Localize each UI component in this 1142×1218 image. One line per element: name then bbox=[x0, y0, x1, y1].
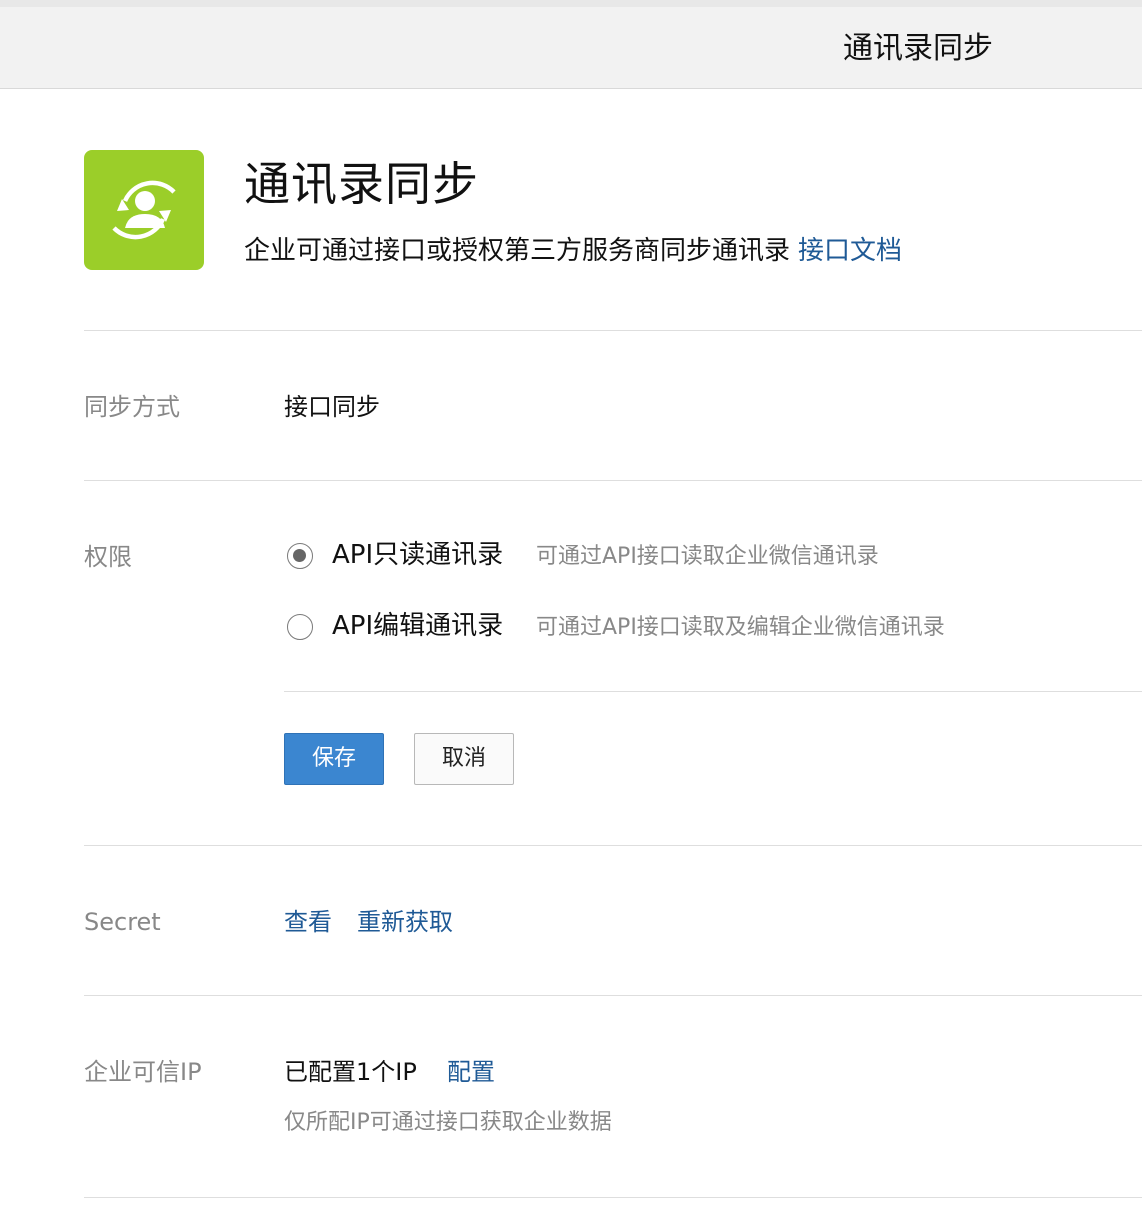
sync-mode-value: 接口同步 bbox=[284, 393, 380, 421]
refetch-secret-link[interactable]: 重新获取 bbox=[357, 905, 453, 939]
trusted-ip-hint: 仅所配IP可通过接口获取企业数据 bbox=[284, 1110, 612, 1135]
page-title: 通讯录同步 bbox=[244, 157, 479, 211]
sync-mode-label: 同步方式 bbox=[84, 393, 180, 421]
trusted-ip-status: 已配置1个IP bbox=[284, 1058, 417, 1086]
divider bbox=[284, 691, 1142, 692]
trusted-ip-label: 企业可信IP bbox=[84, 1058, 202, 1086]
option-label[interactable]: API只读通讯录 bbox=[332, 537, 503, 573]
divider bbox=[84, 1197, 1142, 1198]
save-button[interactable]: 保存 bbox=[284, 733, 384, 785]
title-bar: 通讯录同步 bbox=[0, 0, 1142, 89]
api-doc-link[interactable]: 接口文档 bbox=[798, 236, 902, 266]
radio-button[interactable] bbox=[287, 614, 313, 640]
permission-label: 权限 bbox=[84, 543, 132, 571]
description-text: 企业可通过接口或授权第三方服务商同步通讯录 bbox=[244, 236, 791, 266]
divider bbox=[84, 480, 1142, 481]
cancel-button[interactable]: 取消 bbox=[414, 733, 514, 785]
contacts-sync-icon bbox=[84, 150, 204, 270]
divider bbox=[84, 995, 1142, 996]
divider bbox=[84, 845, 1142, 846]
secret-label: Secret bbox=[84, 908, 161, 936]
view-secret-link[interactable]: 查看 bbox=[284, 905, 332, 939]
window-title: 通讯录同步 bbox=[843, 31, 993, 66]
page-description: 企业可通过接口或授权第三方服务商同步通讯录 接口文档 bbox=[244, 232, 902, 270]
configure-ip-link[interactable]: 配置 bbox=[447, 1055, 495, 1089]
option-hint: 可通过API接口读取及编辑企业微信通讯录 bbox=[536, 615, 945, 640]
divider bbox=[84, 330, 1142, 331]
option-hint: 可通过API接口读取企业微信通讯录 bbox=[536, 544, 879, 569]
radio-button-selected[interactable] bbox=[287, 543, 313, 569]
option-label[interactable]: API编辑通讯录 bbox=[332, 608, 503, 644]
